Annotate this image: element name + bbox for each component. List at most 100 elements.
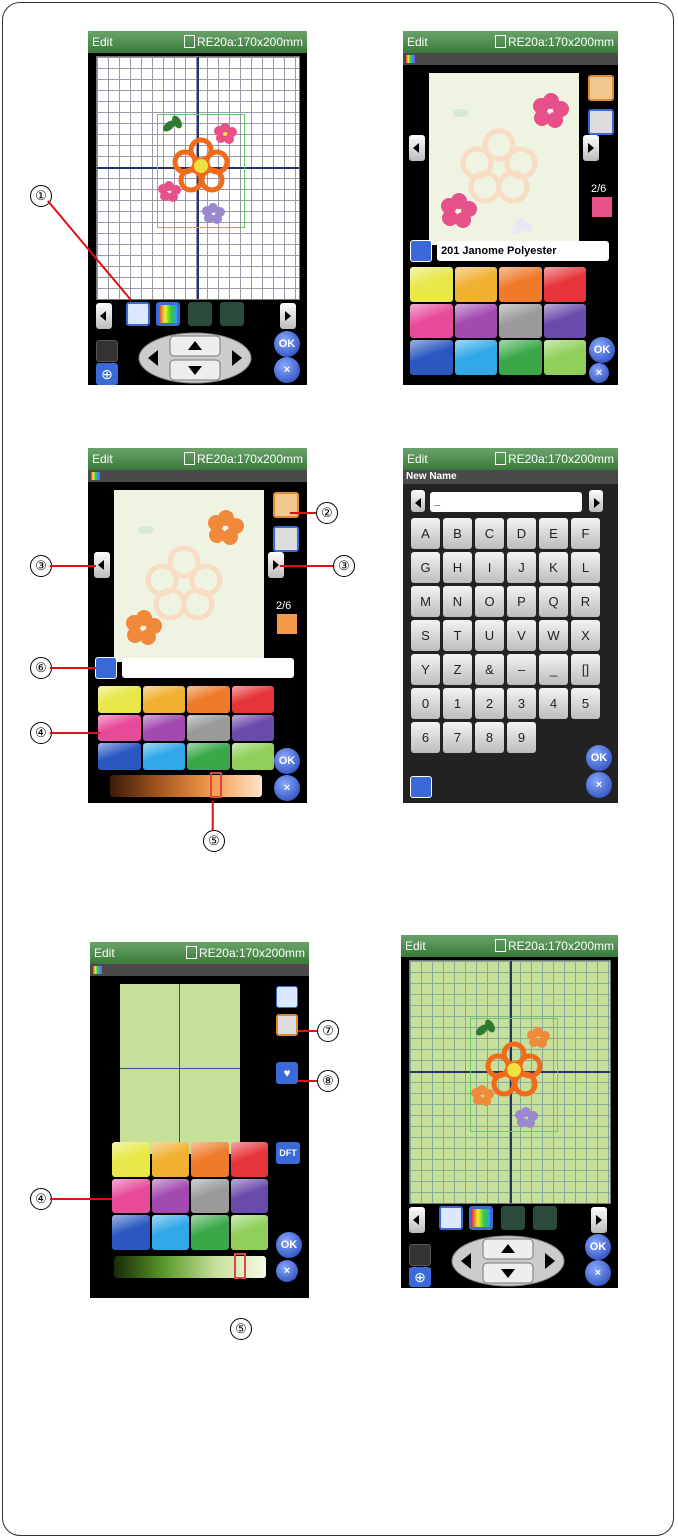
key-20[interactable]: U — [475, 620, 504, 651]
key-6[interactable]: G — [411, 552, 440, 583]
color-swatch[interactable] — [98, 714, 141, 742]
prev-color-button[interactable] — [409, 135, 425, 161]
layout-icon[interactable] — [501, 1206, 525, 1230]
key-27[interactable]: – — [507, 654, 536, 685]
hand-move-icon[interactable] — [409, 1244, 431, 1266]
grid-icon[interactable] — [276, 1014, 298, 1036]
cancel-button[interactable]: × — [585, 1260, 611, 1286]
cancel-button[interactable]: × — [586, 772, 612, 798]
texture-icon[interactable] — [588, 75, 614, 101]
key-4[interactable]: E — [539, 518, 568, 549]
hand-tool-icon[interactable] — [126, 302, 150, 326]
color-swatch[interactable] — [151, 1215, 189, 1250]
key-36[interactable]: 6 — [411, 722, 440, 753]
thread-brand-button[interactable] — [95, 657, 117, 679]
key-12[interactable]: M — [411, 586, 440, 617]
color-swatch[interactable] — [543, 340, 586, 375]
ok-button[interactable]: OK — [276, 1232, 302, 1258]
color-swatch[interactable] — [142, 743, 185, 770]
key-14[interactable]: O — [475, 586, 504, 617]
color-swatch[interactable] — [231, 743, 274, 770]
color-swatch[interactable] — [112, 1215, 150, 1250]
color-swatch[interactable] — [499, 267, 542, 302]
key-25[interactable]: Z — [443, 654, 472, 685]
color-swatch[interactable] — [231, 686, 274, 713]
ok-button[interactable]: OK — [585, 1234, 611, 1260]
default-button[interactable]: DFT — [276, 1142, 300, 1164]
design-grid[interactable] — [96, 56, 300, 300]
color-swatch[interactable] — [230, 1178, 268, 1214]
key-3[interactable]: D — [507, 518, 536, 549]
key-19[interactable]: T — [443, 620, 472, 651]
color-swatch[interactable] — [543, 267, 586, 302]
cursor-right-button[interactable] — [589, 490, 603, 512]
color-swatch[interactable] — [191, 1215, 229, 1250]
cancel-button[interactable]: × — [276, 1260, 298, 1282]
texture-icon[interactable] — [273, 492, 299, 518]
color-swatch[interactable] — [98, 743, 141, 770]
ok-button[interactable]: OK — [586, 745, 612, 771]
color-swatch[interactable] — [142, 686, 185, 713]
name-input[interactable]: _ — [430, 492, 582, 512]
key-16[interactable]: Q — [539, 586, 568, 617]
key-38[interactable]: 8 — [475, 722, 504, 753]
shade-marker[interactable] — [234, 1253, 246, 1279]
color-swatch[interactable] — [191, 1178, 229, 1214]
cancel-button[interactable]: × — [589, 363, 609, 383]
key-33[interactable]: 3 — [507, 688, 536, 719]
key-24[interactable]: Y — [411, 654, 440, 685]
hand-tool-icon[interactable] — [439, 1206, 463, 1230]
strip-prev-button[interactable] — [96, 303, 112, 329]
key-8[interactable]: I — [475, 552, 504, 583]
color-swatch[interactable] — [112, 1178, 150, 1214]
color-edit-icon[interactable] — [469, 1206, 493, 1230]
color-swatch[interactable] — [187, 743, 230, 770]
key-35[interactable]: 5 — [571, 688, 600, 719]
texture-icon[interactable] — [276, 986, 298, 1008]
key-28[interactable]: _ — [539, 654, 568, 685]
color-swatch[interactable] — [231, 714, 274, 742]
color-swatch[interactable] — [454, 303, 497, 339]
shade-slider[interactable] — [114, 1253, 266, 1279]
key-5[interactable]: F — [571, 518, 600, 549]
ok-button[interactable]: OK — [274, 748, 300, 774]
color-swatch[interactable] — [410, 303, 453, 339]
key-30[interactable]: 0 — [411, 688, 440, 719]
color-swatch[interactable] — [191, 1142, 229, 1177]
cancel-button[interactable]: × — [274, 357, 300, 383]
color-swatch[interactable] — [151, 1142, 189, 1177]
color-swatch[interactable] — [499, 303, 542, 339]
color-swatch[interactable] — [230, 1215, 268, 1250]
design-grid[interactable] — [409, 960, 611, 1204]
cancel-button[interactable]: × — [274, 775, 300, 801]
grid-icon[interactable] — [588, 109, 614, 135]
key-39[interactable]: 9 — [507, 722, 536, 753]
key-0[interactable]: A — [411, 518, 440, 549]
delete-icon[interactable] — [410, 776, 432, 798]
direction-pad[interactable] — [449, 1234, 567, 1288]
key-21[interactable]: V — [507, 620, 536, 651]
color-swatch[interactable] — [454, 267, 497, 302]
key-37[interactable]: 7 — [443, 722, 472, 753]
grid-icon[interactable] — [273, 526, 299, 552]
next-color-button[interactable] — [583, 135, 599, 161]
zoom-icon[interactable]: ⊕ — [96, 363, 118, 385]
heart-image-icon[interactable]: ♥ — [276, 1062, 298, 1084]
color-swatch[interactable] — [112, 1142, 150, 1177]
strip-next-button[interactable] — [280, 303, 296, 329]
color-swatch[interactable] — [151, 1178, 189, 1214]
ok-button[interactable]: OK — [274, 331, 300, 357]
color-swatch[interactable] — [410, 340, 453, 375]
group-icon[interactable] — [533, 1206, 557, 1230]
color-swatch[interactable] — [543, 303, 586, 339]
color-swatch[interactable] — [142, 714, 185, 742]
key-15[interactable]: P — [507, 586, 536, 617]
key-10[interactable]: K — [539, 552, 568, 583]
key-32[interactable]: 2 — [475, 688, 504, 719]
key-31[interactable]: 1 — [443, 688, 472, 719]
key-22[interactable]: W — [539, 620, 568, 651]
color-swatch[interactable] — [410, 267, 453, 302]
strip-prev-button[interactable] — [409, 1207, 425, 1233]
key-11[interactable]: L — [571, 552, 600, 583]
key-7[interactable]: H — [443, 552, 472, 583]
